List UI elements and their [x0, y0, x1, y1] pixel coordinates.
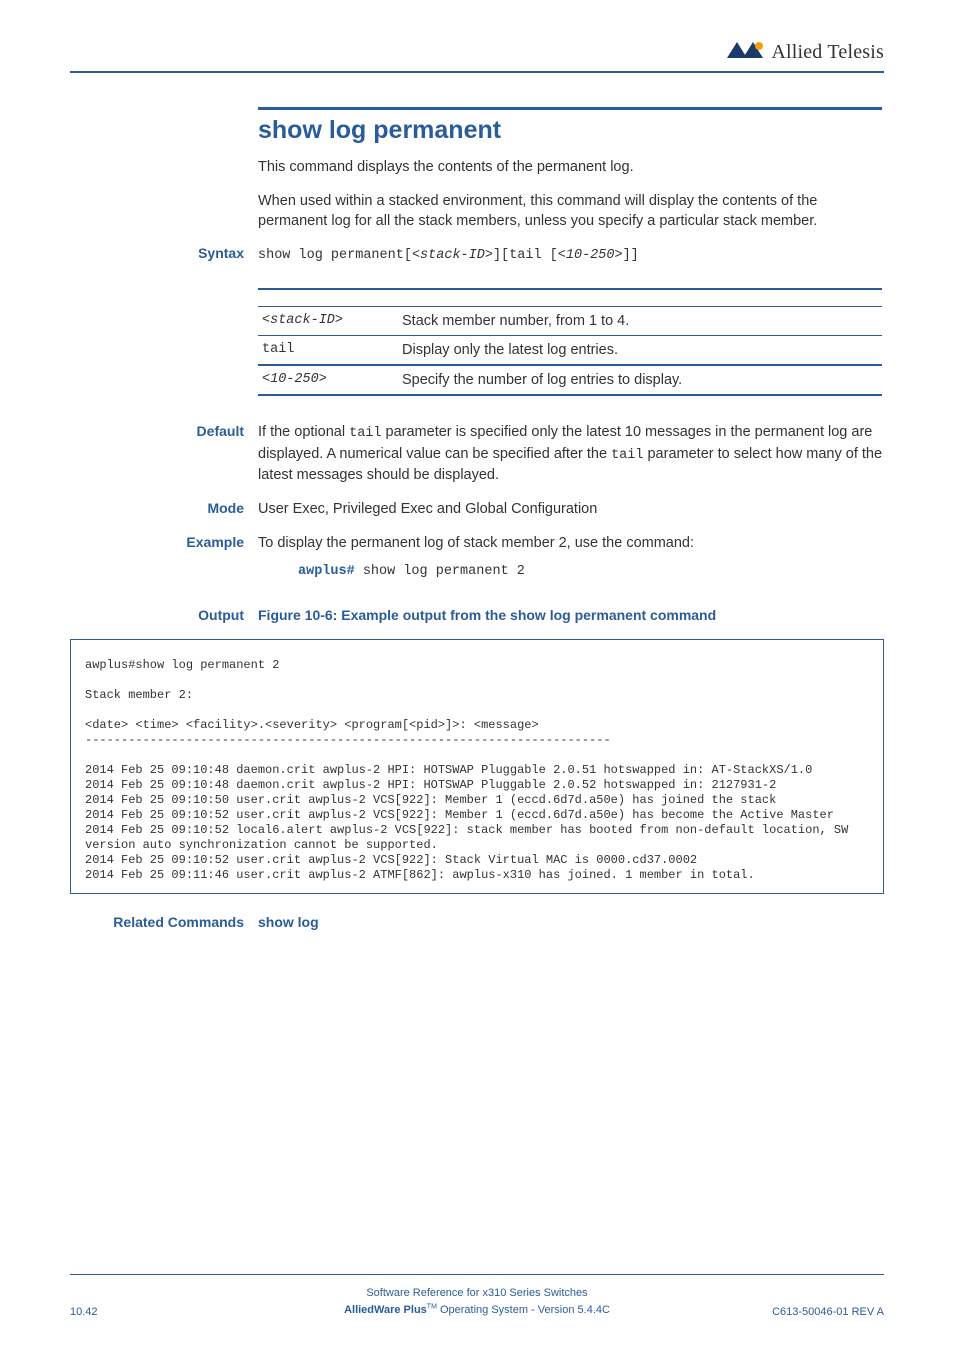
- example-command: awplus# show log permanent 2: [298, 563, 884, 582]
- brand-mark-icon: [725, 40, 767, 65]
- param-name: <stack-ID>: [258, 307, 398, 336]
- mode-text: User Exec, Privileged Exec and Global Co…: [258, 499, 884, 519]
- syntax-range: <10-250>: [558, 248, 623, 263]
- output-block: awplus#show log permanent 2 Stack member…: [70, 639, 884, 894]
- output-row: Output Figure 10-6: Example output from …: [70, 606, 884, 625]
- example-cmd-text: show log permanent 2: [355, 564, 525, 579]
- page-header: Allied Telesis: [70, 40, 884, 73]
- brand-text: Allied Telesis: [771, 41, 884, 64]
- syntax-text: show log permanent[<stack-ID>][tail [<10…: [258, 247, 884, 266]
- syntax-prefix: show log permanent[: [258, 248, 412, 263]
- parameter-table: <stack-ID> Stack member number, from 1 t…: [258, 288, 882, 397]
- syntax-stack-id: <stack-ID>: [412, 248, 493, 263]
- param-desc: Specify the number of log entries to dis…: [398, 365, 882, 395]
- intro-paragraph-1: This command displays the contents of th…: [258, 157, 882, 177]
- default-text: If the optional tail parameter is specif…: [258, 422, 884, 485]
- example-prompt: awplus#: [298, 564, 355, 579]
- footer-product: AlliedWare Plus: [344, 1304, 427, 1316]
- output-caption: Figure 10-6: Example output from the sho…: [258, 606, 884, 625]
- syntax-row: Syntax show log permanent[<stack-ID>][ta…: [70, 245, 884, 266]
- default-pre: If the optional: [258, 424, 349, 440]
- output-label: Output: [70, 607, 258, 623]
- heading-rule: [258, 107, 882, 110]
- mode-row: Mode User Exec, Privileged Exec and Glob…: [70, 499, 884, 519]
- table-row: <10-250> Specify the number of log entri…: [258, 365, 882, 395]
- example-text: To display the permanent log of stack me…: [258, 533, 884, 582]
- param-name: <10-250>: [258, 365, 398, 395]
- footer-line1: Software Reference for x310 Series Switc…: [210, 1285, 744, 1302]
- example-intro: To display the permanent log of stack me…: [258, 535, 694, 551]
- default-label: Default: [70, 423, 258, 439]
- footer-rev: C613-50046-01 REV A: [744, 1306, 884, 1318]
- example-label: Example: [70, 534, 258, 550]
- brand-logo: Allied Telesis: [725, 40, 884, 65]
- intro-paragraph-2: When used within a stacked environment, …: [258, 191, 882, 231]
- mode-label: Mode: [70, 500, 258, 516]
- footer-version: Operating System - Version 5.4.4C: [437, 1304, 610, 1316]
- example-row: Example To display the permanent log of …: [70, 533, 884, 582]
- related-label: Related Commands: [70, 914, 258, 930]
- default-row: Default If the optional tail parameter i…: [70, 422, 884, 485]
- table-row: tail Display only the latest log entries…: [258, 336, 882, 366]
- footer-page-number: 10.42: [70, 1306, 210, 1318]
- syntax-mid: ][tail [: [493, 248, 558, 263]
- default-code2: tail: [611, 448, 643, 463]
- syntax-label: Syntax: [70, 245, 258, 261]
- related-commands-row: Related Commands show log: [70, 914, 884, 930]
- param-desc: Display only the latest log entries.: [398, 336, 882, 366]
- footer-line2: AlliedWare PlusTM Operating System - Ver…: [210, 1302, 744, 1319]
- param-name: tail: [258, 336, 398, 366]
- syntax-suffix: ]]: [623, 248, 639, 263]
- table-row: <stack-ID> Stack member number, from 1 t…: [258, 307, 882, 336]
- default-code1: tail: [349, 426, 381, 441]
- command-title: show log permanent: [258, 116, 882, 145]
- footer-center: Software Reference for x310 Series Switc…: [210, 1285, 744, 1318]
- page-footer: 10.42 Software Reference for x310 Series…: [70, 1274, 884, 1318]
- related-link[interactable]: show log: [258, 914, 319, 930]
- param-desc: Stack member number, from 1 to 4.: [398, 307, 882, 336]
- footer-tm: TM: [427, 1303, 437, 1310]
